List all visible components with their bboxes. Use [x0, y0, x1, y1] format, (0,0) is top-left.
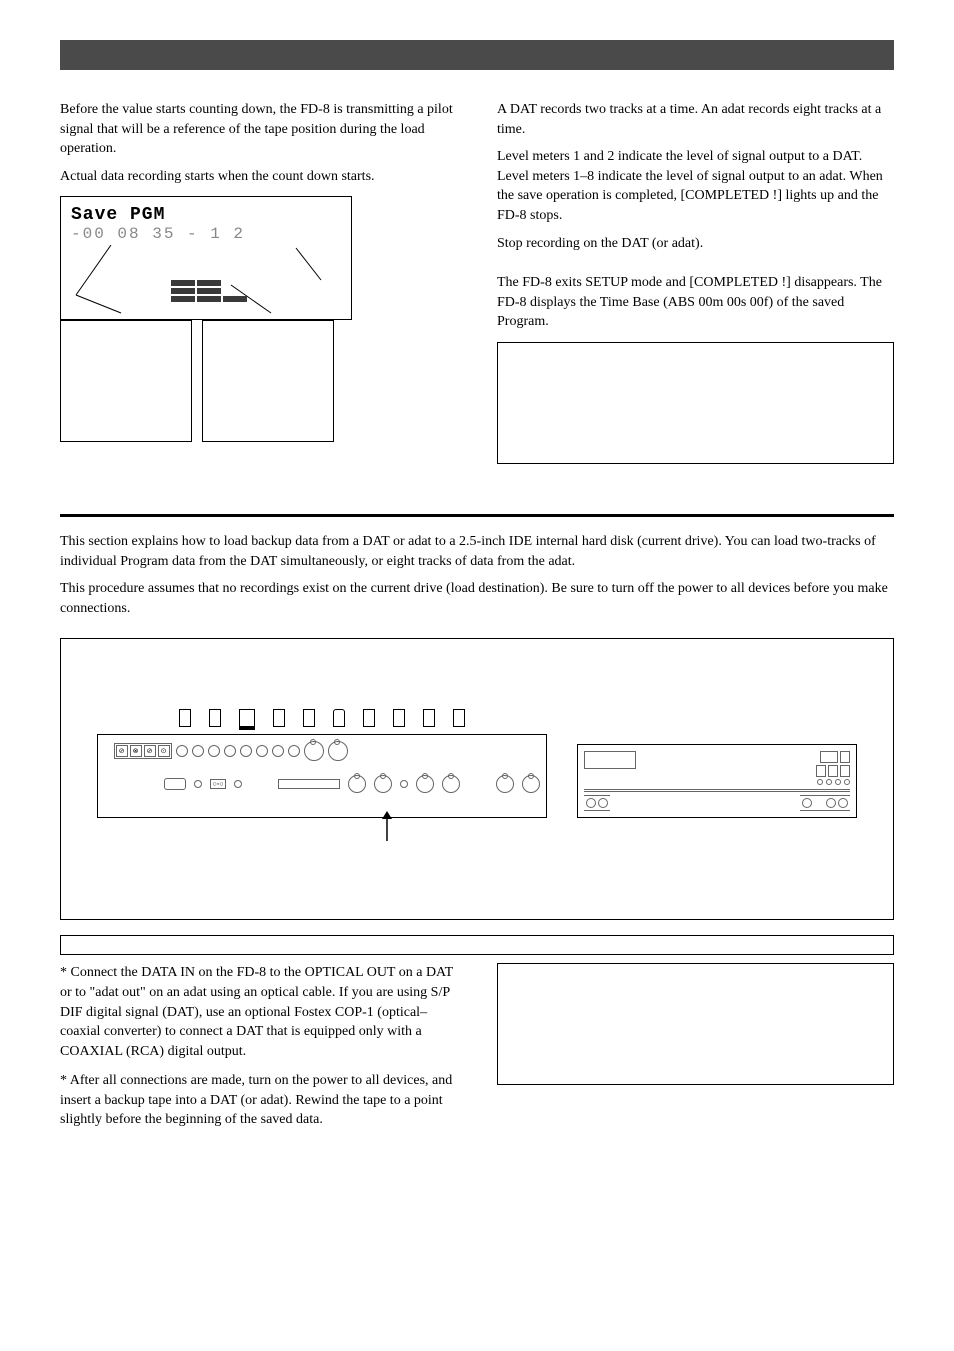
data-in-port-icon — [348, 775, 366, 793]
right-column: A DAT records two tracks at a time. An a… — [497, 100, 894, 464]
section2-intro-1: This section explains how to load backup… — [60, 532, 894, 571]
right-note-box — [497, 342, 894, 464]
arrow-up-icon — [377, 811, 397, 846]
fd8-ports — [97, 709, 548, 730]
section2-intro-2: This procedure assumes that no recording… — [60, 579, 894, 618]
bottom-header-box — [60, 935, 894, 955]
left-column: Before the value starts counting down, t… — [60, 100, 457, 464]
callout-box-row — [60, 320, 457, 442]
left-paragraph-2: Actual data recording starts when the co… — [60, 167, 457, 187]
right-paragraph-4: The FD-8 exits SETUP mode and [COMPLETED… — [497, 273, 894, 332]
device-fd8: ⊘⊗ ⊘⊙ ○◦○ — [97, 709, 548, 818]
right-paragraph-2: Level meters 1 and 2 indicate the level … — [497, 147, 894, 225]
connection-diagram: ⊘⊗ ⊘⊙ ○◦○ — [60, 638, 894, 920]
optical-out-icon — [496, 775, 514, 793]
lcd-title: Save PGM — [71, 205, 341, 225]
bottom-paragraph-1: * Connect the DATA IN on the FD-8 to the… — [60, 963, 457, 1061]
header-bar — [60, 40, 894, 70]
device-dat — [577, 744, 857, 818]
callout-box-2 — [202, 320, 334, 442]
section-divider — [60, 514, 894, 517]
lcd-callout-lines — [71, 245, 341, 315]
lcd-digits: -00 08 35 - 1 2 — [71, 225, 341, 243]
bottom-paragraph-2: * After all connections are made, turn o… — [60, 1071, 457, 1130]
bottom-right-box — [497, 963, 894, 1085]
right-paragraph-3: Stop recording on the DAT (or adat). — [497, 234, 894, 254]
bottom-left-column: * Connect the DATA IN on the FD-8 to the… — [60, 963, 457, 1140]
left-paragraph-1: Before the value starts counting down, t… — [60, 100, 457, 159]
lcd-display: Save PGM -00 08 35 - 1 2 — [60, 196, 352, 320]
right-paragraph-1: A DAT records two tracks at a time. An a… — [497, 100, 894, 139]
callout-box-1 — [60, 320, 192, 442]
bottom-right-column — [497, 963, 894, 1140]
